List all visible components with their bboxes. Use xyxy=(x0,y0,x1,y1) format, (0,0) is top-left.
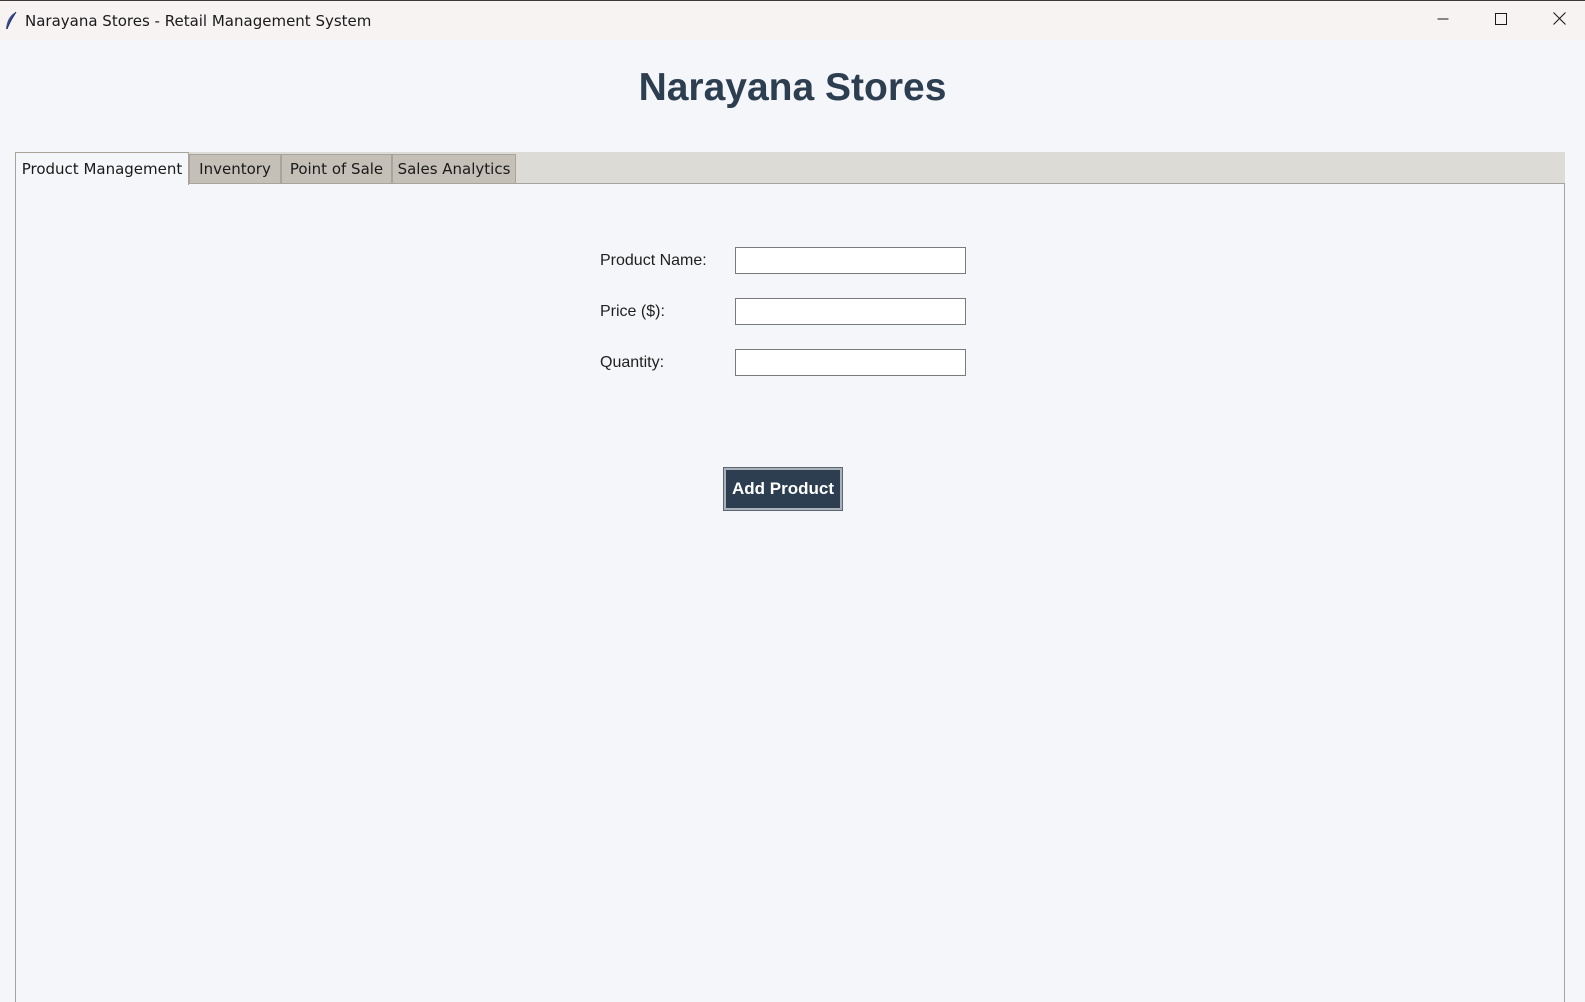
window-title: Narayana Stores - Retail Management Syst… xyxy=(25,12,372,30)
price-label: Price ($): xyxy=(600,303,665,320)
quantity-label: Quantity: xyxy=(600,354,665,371)
close-button[interactable] xyxy=(1530,1,1585,41)
minimize-button[interactable] xyxy=(1414,1,1472,41)
price-input[interactable] xyxy=(735,298,966,325)
maximize-button[interactable] xyxy=(1472,1,1530,41)
minimize-icon xyxy=(1437,12,1449,30)
app-heading: Narayana Stores xyxy=(638,66,947,109)
product-name-label: Product Name: xyxy=(600,252,707,269)
app-window: Narayana Stores - Retail Management Syst… xyxy=(0,0,1585,1002)
feather-icon xyxy=(4,11,18,31)
title-bar: Narayana Stores - Retail Management Syst… xyxy=(0,0,1585,40)
tab-product-management[interactable]: Product Management xyxy=(15,152,189,185)
tab-inventory[interactable]: Inventory xyxy=(189,154,281,183)
maximize-icon xyxy=(1495,12,1507,30)
product-management-panel: Product Name: Price ($): Quantity: Add P… xyxy=(15,183,1565,1002)
add-product-button[interactable]: Add Product xyxy=(723,467,843,511)
tab-sales-analytics[interactable]: Sales Analytics xyxy=(392,154,516,183)
product-name-input[interactable] xyxy=(735,247,966,274)
tab-point-of-sale[interactable]: Point of Sale xyxy=(281,154,392,183)
quantity-input[interactable] xyxy=(735,349,966,376)
close-icon xyxy=(1552,12,1566,30)
tab-notebook: Product Management Inventory Point of Sa… xyxy=(15,152,1565,1002)
